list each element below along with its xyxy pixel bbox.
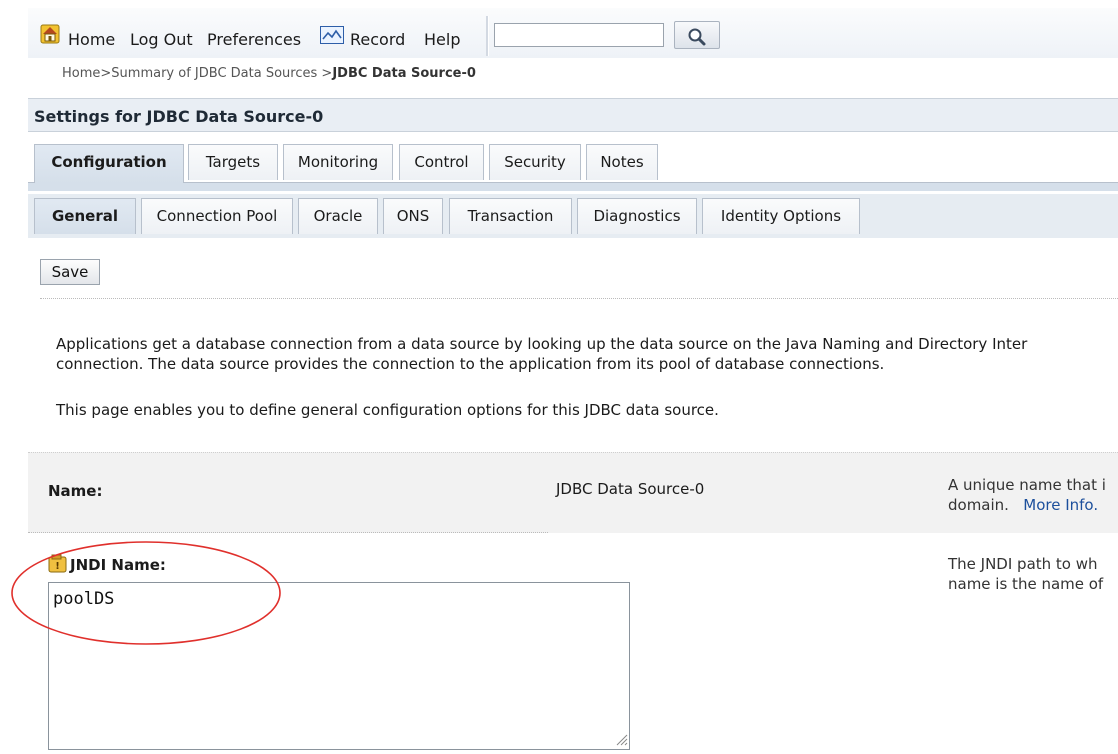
tab-control[interactable]: Control [399, 144, 484, 180]
name-help-text: A unique name that i domain. More Info. [948, 475, 1106, 515]
breadcrumb-summary[interactable]: Summary of JDBC Data Sources [111, 66, 317, 81]
name-help-line-1: A unique name that i [948, 476, 1106, 494]
record-icon[interactable] [320, 26, 344, 44]
logout-link[interactable]: Log Out [130, 30, 193, 49]
name-label: Name: [48, 482, 103, 500]
description-line-2: connection. The data source provides the… [56, 355, 885, 373]
settings-header: Settings for JDBC Data Source-0 [28, 98, 1118, 132]
save-button[interactable]: Save [40, 259, 100, 285]
toolbar-separator [486, 16, 489, 56]
home-icon[interactable] [40, 24, 60, 44]
breadcrumb-home[interactable]: Home [62, 66, 100, 81]
description-line-3: This page enables you to define general … [56, 401, 719, 419]
record-link[interactable]: Record [350, 30, 405, 49]
name-value: JDBC Data Source-0 [556, 480, 705, 498]
search-input[interactable] [494, 23, 664, 47]
breadcrumb-separator: > [321, 66, 333, 81]
jndi-help-line-2: name is the name of [948, 575, 1104, 593]
tab-bar-strip [28, 182, 1118, 191]
tab-transaction[interactable]: Transaction [449, 198, 572, 234]
tab-identity-options[interactable]: Identity Options [702, 198, 860, 234]
help-link[interactable]: Help [424, 30, 460, 49]
tab-notes[interactable]: Notes [586, 144, 658, 180]
tab-security[interactable]: Security [489, 144, 581, 180]
primary-tab-bar: Configuration Targets Monitoring Control… [28, 144, 1118, 191]
home-link[interactable]: Home [68, 30, 115, 49]
row-divider [28, 532, 548, 533]
top-toolbar: Home Log Out Preferences Record Help [28, 8, 1118, 58]
description-line-1: Applications get a database connection f… [56, 335, 1028, 353]
breadcrumb-separator: > [100, 66, 112, 81]
tab-configuration[interactable]: Configuration [34, 144, 184, 183]
jndi-help-text: The JNDI path to wh name is the name of [948, 554, 1103, 594]
page-title: Settings for JDBC Data Source-0 [34, 107, 324, 126]
resize-grip-icon[interactable] [614, 732, 628, 746]
secondary-tab-bar: General Connection Pool Oracle ONS Trans… [28, 194, 1118, 238]
more-info-link[interactable]: More Info. [1023, 496, 1098, 514]
tab-oracle[interactable]: Oracle [298, 198, 378, 234]
highlight-circle [11, 541, 281, 645]
jndi-help-line-1: The JNDI path to wh [948, 555, 1098, 573]
tab-monitoring[interactable]: Monitoring [283, 144, 393, 180]
preferences-link[interactable]: Preferences [207, 30, 301, 49]
magnifier-icon [688, 28, 706, 45]
tab-ons[interactable]: ONS [383, 198, 443, 234]
name-help-line-2: domain. [948, 496, 1009, 514]
divider [40, 298, 1118, 299]
breadcrumb: Home>Summary of JDBC Data Sources >JDBC … [62, 66, 476, 81]
tab-targets[interactable]: Targets [188, 144, 278, 180]
breadcrumb-current: JDBC Data Source-0 [332, 66, 476, 81]
search-button[interactable] [674, 21, 720, 49]
name-field-row: Name: JDBC Data Source-0 A unique name t… [28, 452, 1118, 533]
tab-connection-pool[interactable]: Connection Pool [141, 198, 293, 234]
tab-general[interactable]: General [34, 198, 136, 234]
tab-diagnostics[interactable]: Diagnostics [577, 198, 697, 234]
